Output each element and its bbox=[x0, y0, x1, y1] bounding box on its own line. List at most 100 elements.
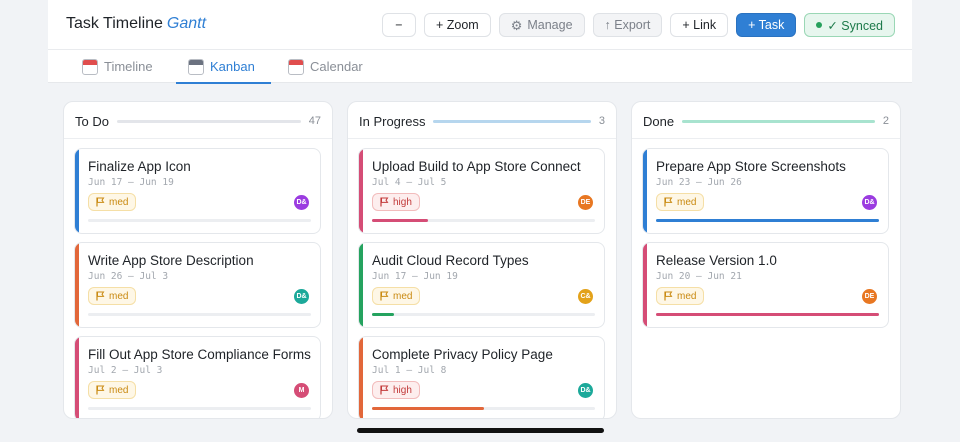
card-progress-fill bbox=[656, 219, 879, 222]
card-dates: Jun 17 — Jun 19 bbox=[88, 177, 174, 188]
card-title: Audit Cloud Record Types bbox=[372, 253, 529, 268]
card-title: Write App Store Description bbox=[88, 253, 254, 268]
column-divider-line bbox=[433, 119, 591, 123]
tab-kanban[interactable]: Kanban bbox=[176, 50, 271, 84]
task-card[interactable]: Complete Privacy Policy Page Jul 1 — Jul … bbox=[358, 336, 605, 418]
card-progress-track bbox=[88, 219, 311, 222]
export-label: ↑ Export bbox=[604, 18, 651, 32]
gear-icon: ⚙ bbox=[510, 17, 523, 33]
priority-badge[interactable]: high bbox=[372, 193, 420, 211]
tab-calendar-label: Calendar bbox=[310, 59, 363, 74]
assignee-avatar[interactable]: D& bbox=[862, 195, 877, 210]
card-dates: Jul 2 — Jul 3 bbox=[88, 365, 163, 376]
sync-status-button[interactable]: ✓ Synced bbox=[804, 13, 895, 37]
assignee-avatar[interactable]: C& bbox=[578, 289, 593, 304]
tab-timeline[interactable]: Timeline bbox=[82, 50, 153, 83]
flag-icon bbox=[96, 291, 105, 301]
app-title: Task Timeline Gantt bbox=[66, 15, 206, 33]
column-header-divider bbox=[64, 138, 332, 139]
card-color-bar bbox=[75, 337, 79, 418]
column-title: Done bbox=[643, 113, 675, 129]
column-header: Done 2 bbox=[643, 112, 889, 130]
card-progress-track bbox=[88, 313, 311, 316]
assignee-avatar[interactable]: D& bbox=[578, 383, 593, 398]
zoom-in-button[interactable]: + Zoom bbox=[423, 13, 491, 37]
column-title: In Progress bbox=[359, 113, 426, 129]
calendar-icon bbox=[288, 58, 304, 75]
tab-kanban-label: Kanban bbox=[210, 59, 255, 74]
column-header-divider bbox=[348, 138, 616, 139]
priority-label: med bbox=[393, 290, 413, 302]
zoom-out-button[interactable]: − bbox=[381, 13, 416, 37]
card-title: Finalize App Icon bbox=[88, 159, 191, 174]
card-progress-track bbox=[656, 219, 879, 222]
task-card[interactable]: Prepare App Store Screenshots Jun 23 — Ju… bbox=[642, 148, 889, 234]
column-count: 2 bbox=[882, 115, 889, 127]
toolbar: − + Zoom ⚙ Manage ↑ Export + Link + Task… bbox=[381, 13, 895, 37]
card-dates: Jun 26 — Jul 3 bbox=[88, 271, 169, 282]
priority-badge[interactable]: med bbox=[88, 287, 137, 305]
priority-label: med bbox=[109, 196, 129, 208]
add-task-button[interactable]: + Task bbox=[736, 13, 797, 37]
assignee-avatar[interactable]: DE bbox=[578, 195, 593, 210]
priority-label: med bbox=[109, 384, 129, 396]
card-color-bar bbox=[643, 149, 647, 233]
card-title: Prepare App Store Screenshots bbox=[656, 159, 846, 174]
priority-badge[interactable]: med bbox=[372, 287, 421, 305]
card-color-bar bbox=[359, 243, 363, 327]
export-button[interactable]: ↑ Export bbox=[592, 13, 663, 37]
sync-status-dot-icon bbox=[816, 22, 823, 28]
card-progress-track bbox=[372, 313, 595, 316]
assignee-avatar[interactable]: D& bbox=[294, 289, 309, 304]
column-divider-line bbox=[116, 119, 301, 123]
task-card[interactable]: Fill Out App Store Compliance Forms Jul 2… bbox=[74, 336, 321, 418]
add-task-label: + Task bbox=[748, 18, 785, 32]
card-progress-fill bbox=[372, 219, 428, 222]
priority-badge[interactable]: med bbox=[88, 381, 137, 399]
column-count: 3 bbox=[598, 115, 605, 127]
app-title-accent: Gantt bbox=[166, 15, 207, 32]
card-color-bar bbox=[643, 243, 647, 327]
flag-icon bbox=[96, 197, 105, 207]
assignee-avatar[interactable]: D& bbox=[294, 195, 309, 210]
priority-badge[interactable]: high bbox=[372, 381, 420, 399]
card-progress-fill bbox=[372, 313, 395, 316]
card-progress-fill bbox=[656, 313, 879, 316]
task-card[interactable]: Finalize App Icon Jun 17 — Jun 19 med D& bbox=[74, 148, 321, 234]
column-title: To Do bbox=[75, 113, 109, 129]
task-card[interactable]: Upload Build to App Store Connect Jul 4 —… bbox=[358, 148, 605, 234]
kanban-column: To Do 47 Finalize App Icon Jun 17 — Jun 19 m… bbox=[63, 101, 333, 419]
card-progress-fill bbox=[372, 407, 484, 410]
priority-label: med bbox=[677, 196, 697, 208]
flag-icon bbox=[664, 291, 673, 301]
card-color-bar bbox=[75, 149, 79, 233]
tab-calendar[interactable]: Calendar bbox=[288, 50, 363, 83]
kanban-column: In Progress 3 Upload Build to App Store Co… bbox=[347, 101, 617, 419]
card-title: Fill Out App Store Compliance Forms bbox=[88, 347, 311, 362]
card-dates: Jun 17 — Jun 19 bbox=[372, 271, 458, 282]
calendar-icon bbox=[82, 58, 98, 75]
priority-badge[interactable]: med bbox=[656, 287, 705, 305]
app-title-text: Task Timeline bbox=[66, 15, 163, 32]
card-color-bar bbox=[359, 337, 363, 418]
tab-timeline-label: Timeline bbox=[104, 59, 153, 74]
link-button[interactable]: + Link bbox=[670, 13, 729, 37]
manage-button[interactable]: ⚙ Manage bbox=[498, 13, 585, 37]
assignee-avatar[interactable]: M bbox=[294, 383, 309, 398]
flag-icon bbox=[96, 385, 105, 395]
kanban-icon bbox=[188, 58, 204, 75]
priority-label: high bbox=[393, 384, 412, 396]
priority-badge[interactable]: med bbox=[656, 193, 705, 211]
task-card[interactable]: Release Version 1.0 Jun 20 — Jun 21 med DE bbox=[642, 242, 889, 328]
zoom-out-label: − bbox=[395, 18, 403, 32]
card-progress-track bbox=[88, 407, 311, 410]
task-card[interactable]: Audit Cloud Record Types Jun 17 — Jun 19 m… bbox=[358, 242, 605, 328]
card-color-bar bbox=[359, 149, 363, 233]
card-progress-track bbox=[372, 219, 595, 222]
task-card[interactable]: Write App Store Description Jun 26 — Jul … bbox=[74, 242, 321, 328]
top-bar: Task Timeline Gantt − + Zoom ⚙ Manage ↑ E… bbox=[48, 0, 912, 50]
flag-icon bbox=[380, 385, 389, 395]
priority-badge[interactable]: med bbox=[88, 193, 137, 211]
card-color-bar bbox=[75, 243, 79, 327]
assignee-avatar[interactable]: DE bbox=[862, 289, 877, 304]
